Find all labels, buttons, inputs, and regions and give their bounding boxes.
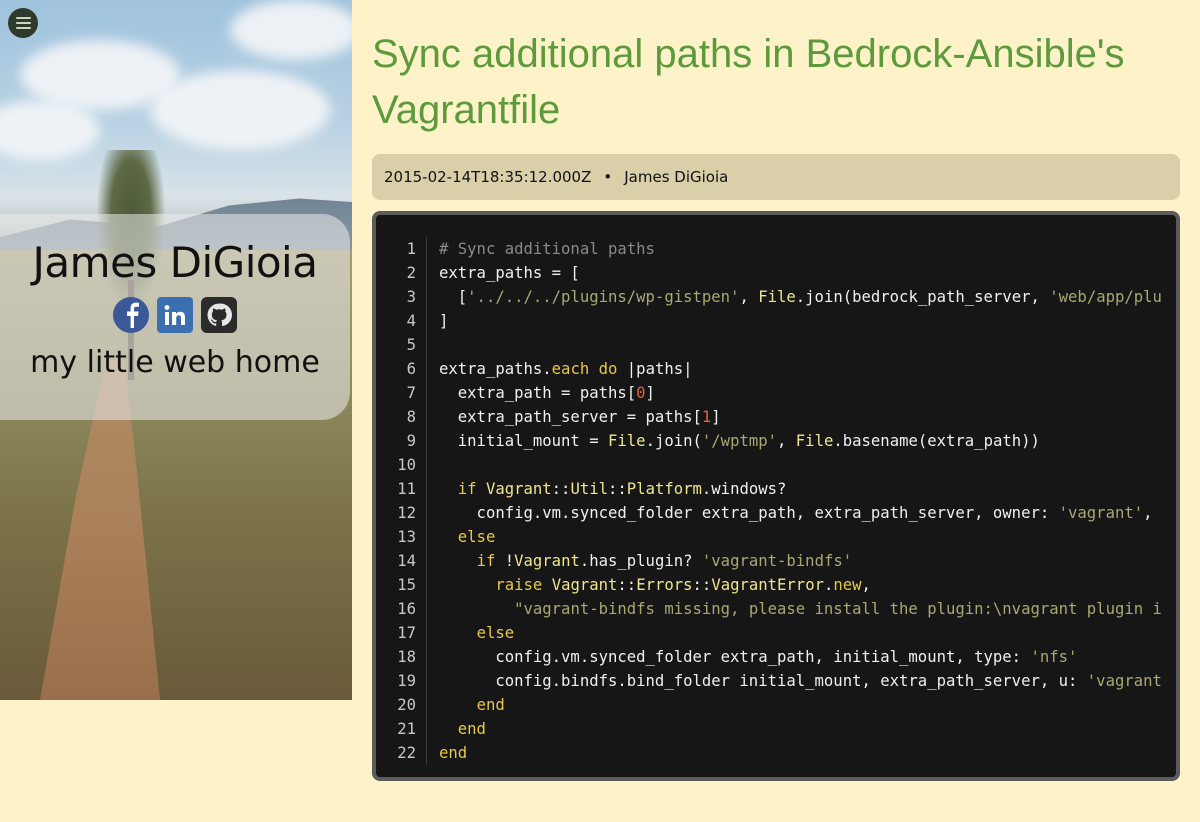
- post-date: 2015-02-14T18:35:12.000Z: [384, 168, 592, 186]
- post-title: Sync additional paths in Bedrock-Ansible…: [372, 32, 1125, 132]
- code-line: 1 # Sync additional paths: [376, 237, 1176, 261]
- code-text: end: [476, 696, 505, 714]
- code-text: end: [457, 720, 486, 738]
- code-line: 15 raise Vagrant::Errors::VagrantError.n…: [376, 573, 1176, 597]
- line-number: 2: [376, 261, 427, 285]
- line-number: 1: [376, 237, 427, 261]
- code-line: 10: [376, 453, 1176, 477]
- code-text: if !Vagrant.has_plugin? 'vagrant-bindfs': [476, 552, 853, 570]
- sidebar-background: James DiGioia my little web home: [0, 0, 352, 700]
- code-line: 19 config.bindfs.bind_folder initial_mou…: [376, 669, 1176, 693]
- line-number: 6: [376, 357, 427, 381]
- line-number: 21: [376, 717, 427, 741]
- menu-bar: [15, 22, 31, 24]
- code-line: 4]: [376, 309, 1176, 333]
- line-number: 3: [376, 285, 427, 309]
- line-number: 4: [376, 309, 427, 333]
- main-content: Sync additional paths in Bedrock-Ansible…: [372, 0, 1180, 781]
- social-links: [0, 297, 350, 333]
- code-text: config.vm.synced_folder extra_path, extr…: [439, 504, 1162, 522]
- code-text: end: [439, 744, 468, 762]
- code-block[interactable]: 1 # Sync additional paths 2 extra_paths = […: [372, 211, 1180, 781]
- line-number: 20: [376, 693, 427, 717]
- line-number: 13: [376, 525, 427, 549]
- code-line: 3 ['../../../plugins/wp-gistpen', File.j…: [376, 285, 1176, 309]
- cloud: [230, 0, 352, 60]
- line-number: 16: [376, 597, 427, 621]
- code-text: # Sync additional paths: [439, 240, 655, 258]
- code-text: extra_path_server = paths[1]: [439, 408, 721, 426]
- code-text: ['../../../plugins/wp-gistpen', File.joi…: [439, 288, 1162, 306]
- post-author[interactable]: James DiGioia: [624, 168, 728, 186]
- code-line: 12 config.vm.synced_folder extra_path, e…: [376, 501, 1176, 525]
- meta-separator: •: [603, 168, 613, 186]
- code-line: 5: [376, 333, 1176, 357]
- line-number: 7: [376, 381, 427, 405]
- profile-card: James DiGioia my little web home: [0, 214, 350, 420]
- code-text: extra_paths.each do |paths|: [439, 360, 693, 378]
- code-line: 2 extra_paths = [: [376, 261, 1176, 285]
- menu-bar: [15, 27, 31, 29]
- site-author-name: James DiGioia: [32, 238, 318, 287]
- code-line: 18 config.vm.synced_folder extra_path, i…: [376, 645, 1176, 669]
- code-text: extra_path = paths[0]: [439, 384, 655, 402]
- code-line: 21 end: [376, 717, 1176, 741]
- code-text: config.vm.synced_folder extra_path, init…: [439, 648, 1078, 666]
- code-line: 9 initial_mount = File.join('/wptmp', Fi…: [376, 429, 1176, 453]
- code-line: 6 extra_paths.each do |paths|: [376, 357, 1176, 381]
- site-tagline: my little web home: [30, 345, 320, 380]
- code-text: initial_mount = File.join('/wptmp', File…: [439, 432, 1040, 450]
- post-meta: 2015-02-14T18:35:12.000Z • James DiGioia: [372, 154, 1180, 200]
- code-line: 14 if !Vagrant.has_plugin? 'vagrant-bind…: [376, 549, 1176, 573]
- line-number: 18: [376, 645, 427, 669]
- cloud: [150, 70, 330, 150]
- code-line: 17 else: [376, 621, 1176, 645]
- hamburger-menu-icon[interactable]: [8, 8, 38, 38]
- facebook-icon[interactable]: [113, 297, 149, 333]
- code-text: raise Vagrant::Errors::VagrantError.new,: [495, 576, 871, 594]
- line-number: 5: [376, 333, 427, 357]
- code-text: config.bindfs.bind_folder initial_mount,…: [439, 672, 1162, 690]
- code-text: else: [476, 624, 515, 642]
- line-number: 22: [376, 741, 427, 765]
- line-number: 12: [376, 501, 427, 525]
- github-icon[interactable]: [201, 297, 237, 333]
- code-line: 22 end: [376, 741, 1176, 765]
- code-line: 13 else: [376, 525, 1176, 549]
- code-lines: 1 # Sync additional paths 2 extra_paths = […: [376, 237, 1176, 765]
- code-line: 16 "vagrant-bindfs missing, please insta…: [376, 597, 1176, 621]
- code-line: 8 extra_path_server = paths[1]: [376, 405, 1176, 429]
- code-text: else: [457, 528, 496, 546]
- line-number: 9: [376, 429, 427, 453]
- line-number: 14: [376, 549, 427, 573]
- line-number: 19: [376, 669, 427, 693]
- menu-bar: [15, 17, 31, 19]
- code-text: extra_paths = [: [439, 264, 580, 282]
- line-number: 8: [376, 405, 427, 429]
- line-number: 11: [376, 477, 427, 501]
- code-line: 11 if Vagrant::Util::Platform.windows?: [376, 477, 1176, 501]
- code-text: ]: [439, 312, 449, 330]
- linkedin-icon[interactable]: [157, 297, 193, 333]
- line-number: 17: [376, 621, 427, 645]
- code-text: if Vagrant::Util::Platform.windows?: [457, 480, 787, 498]
- code-line: 20 end: [376, 693, 1176, 717]
- line-number: 10: [376, 453, 427, 477]
- code-text: "vagrant-bindfs missing, please install …: [514, 600, 1162, 618]
- code-line: 7 extra_path = paths[0]: [376, 381, 1176, 405]
- line-number: 15: [376, 573, 427, 597]
